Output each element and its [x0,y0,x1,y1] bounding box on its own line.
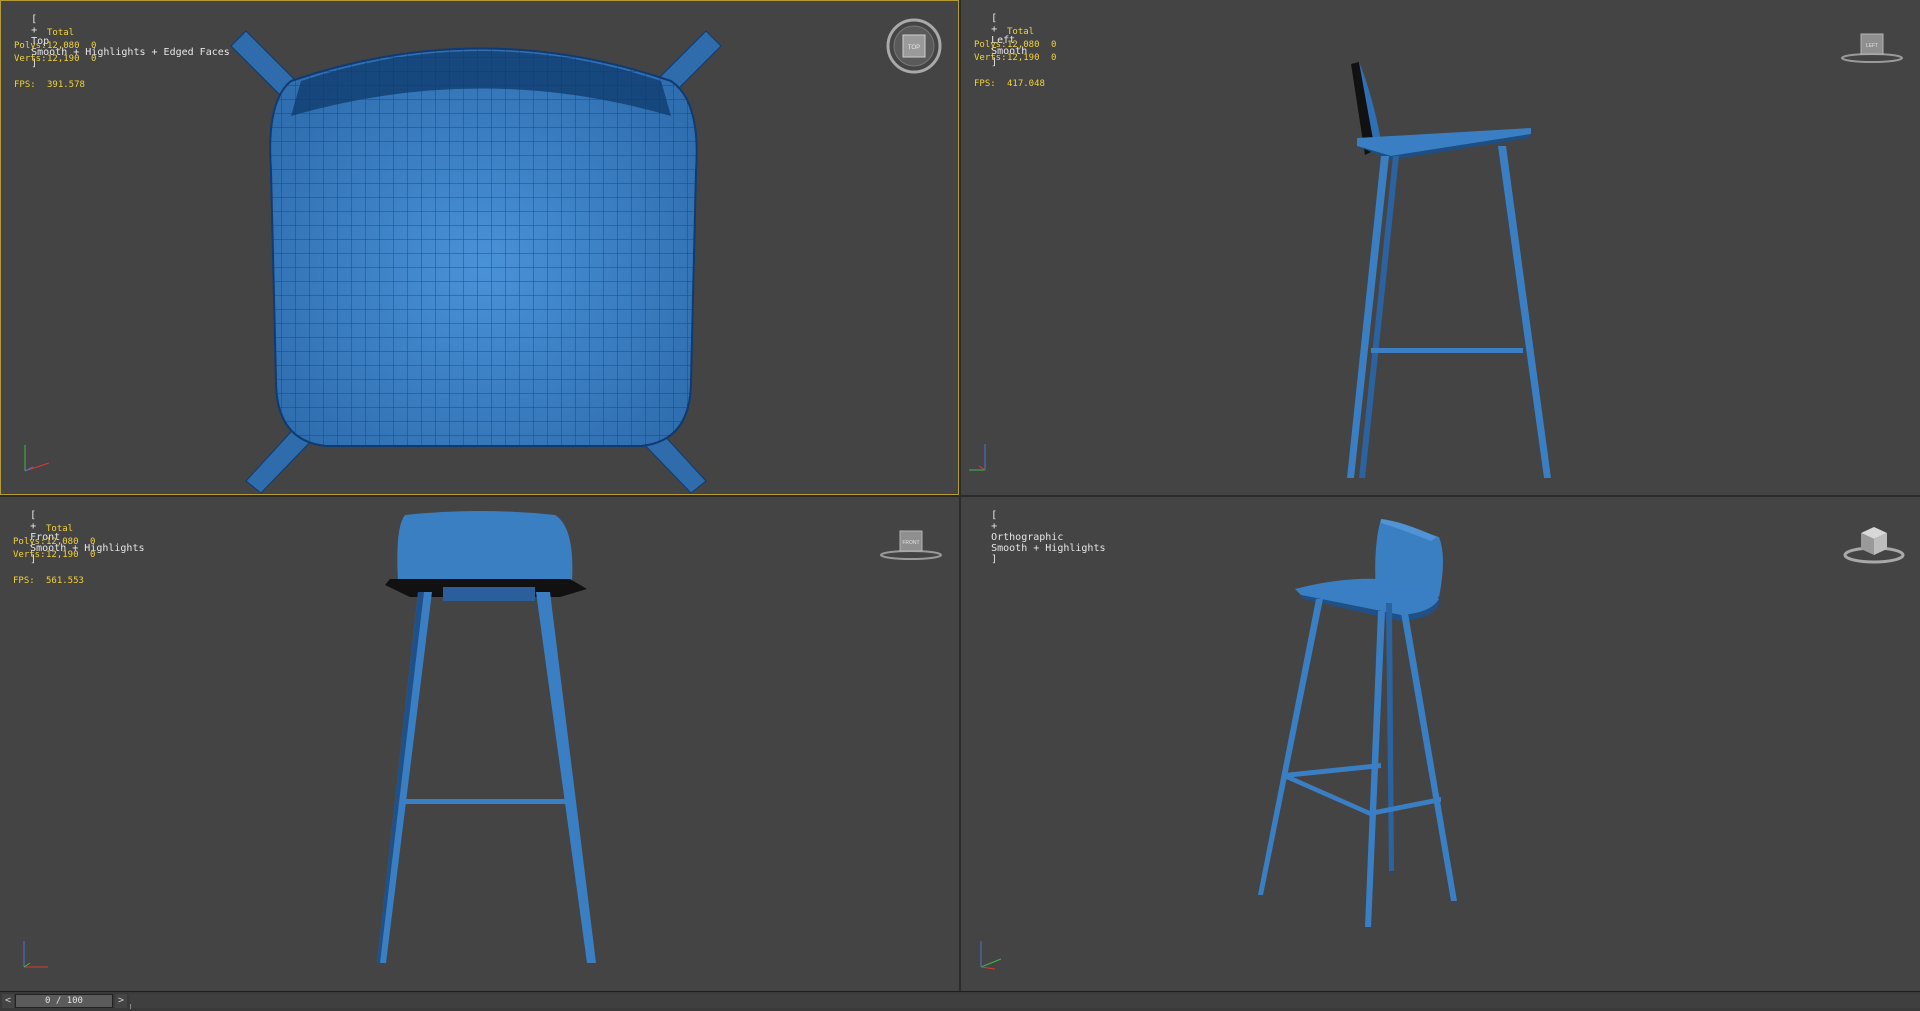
polys-value: 12,080 [1007,40,1040,50]
label-bracket-open: [ [991,510,998,521]
verts-label: Verts: [13,550,46,560]
label-bracket-open: [ [30,510,37,521]
fps-value: 417.048 [1007,79,1045,89]
previous-frame-button[interactable]: < [2,994,14,1008]
viewcube-icon[interactable]: FRONT [878,525,944,561]
viewcube-icon[interactable]: LEFT [1839,28,1905,64]
polys-label: Polys: [974,40,1007,50]
polys-selected: 0 [90,537,96,547]
verts-label: Verts: [14,54,47,64]
viewport-top[interactable]: [ + Top Smooth + Highlights + Edged Face… [0,0,959,495]
stats-total: Total [1007,27,1035,37]
verts-value: 12,190 [47,54,80,64]
time-slider[interactable]: 0 / 100 [15,994,113,1008]
polys-label: Polys: [13,537,46,547]
stats-overlay: Total Polys:12,080 0 Verts:12,190 0 FPS: 56… [13,523,95,588]
view-type-label[interactable]: Orthographic [991,532,1063,543]
viewcube-icon[interactable] [1841,519,1907,565]
next-frame-button[interactable]: > [115,994,127,1008]
polys-selected: 0 [1051,40,1057,50]
stats-overlay: Total Polys:12,080 0 Verts:12,190 0 FPS: 39… [14,27,96,92]
polys-selected: 0 [91,41,97,51]
fps-label: FPS: [974,79,996,89]
viewcube-face-label: TOP [908,45,920,51]
left-view-model [1347,62,1551,478]
axis-tripod-icon [24,445,50,472]
verts-selected: 0 [91,54,97,64]
shading-mode-label[interactable]: Smooth + Highlights [991,543,1105,554]
verts-selected: 0 [1051,53,1057,63]
polys-label: Polys: [14,41,47,51]
fps-label: FPS: [13,576,35,586]
viewport-left[interactable]: [ + Left Smooth ] Total Polys:12,080 0 Ve… [961,0,1920,495]
axis-tripod-icon [23,941,48,968]
fps-value: 391.578 [47,80,85,90]
verts-selected: 0 [90,550,96,560]
stats-overlay: Total Polys:12,080 0 Verts:12,190 0 FPS: 41… [974,26,1056,91]
fps-label: FPS: [14,80,36,90]
verts-value: 12,190 [46,550,79,560]
viewcube-face-label: LEFT [1866,43,1878,49]
viewcube-icon[interactable]: TOP [885,17,943,75]
time-slider-bar: < 0 / 100 > [0,991,1920,1011]
viewport-menu-plus[interactable]: + [991,521,997,532]
viewport-label-orthographic[interactable]: [ + Orthographic Smooth + Highlights ] [967,499,1105,576]
viewcube-face-label: FRONT [902,540,919,546]
verts-label: Verts: [974,53,1007,63]
verts-value: 12,190 [1007,53,1040,63]
stats-total: Total [47,28,75,38]
label-bracket-open: [ [31,14,38,25]
timeline-track[interactable] [130,994,1920,1009]
viewport-front[interactable]: [ + Front Smooth + Highlights ] Total Po… [0,497,959,991]
viewport-orthographic[interactable]: [ + Orthographic Smooth + Highlights ] [961,497,1920,991]
label-bracket-close: ] [991,554,998,565]
axis-tripod-icon [969,444,986,471]
polys-value: 12,080 [47,41,80,51]
stats-total: Total [46,524,74,534]
polys-value: 12,080 [46,537,79,547]
axis-tripod-icon [980,941,1002,970]
fps-value: 561.553 [46,576,84,586]
label-bracket-open: [ [991,13,998,24]
timeline-tick [130,1004,131,1009]
